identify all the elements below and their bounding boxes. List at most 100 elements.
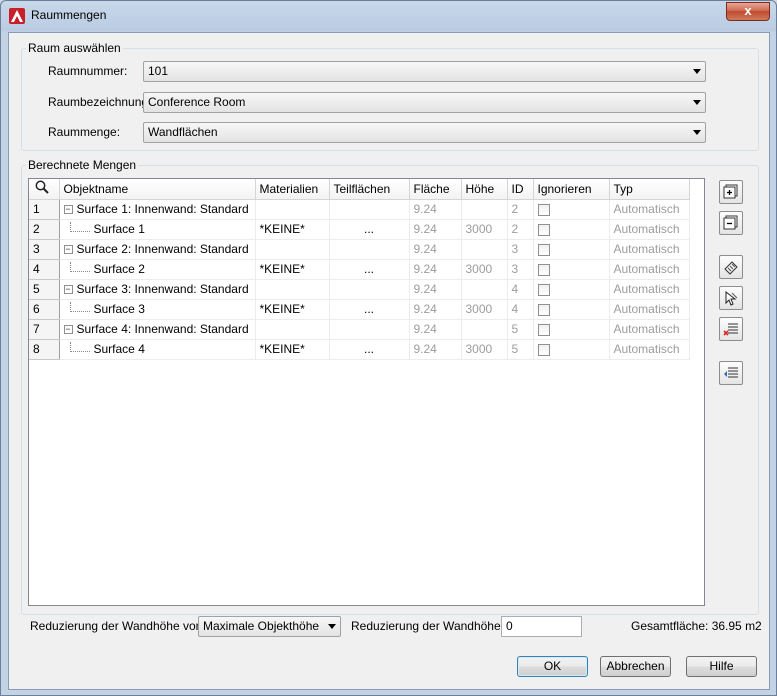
ignorieren-checkbox[interactable] xyxy=(537,303,550,316)
column-header-materialien[interactable]: Materialien xyxy=(255,179,330,200)
row-number-cell[interactable]: 8 xyxy=(29,339,60,360)
collapse-toggle-icon[interactable]: − xyxy=(63,245,73,255)
column-header-typ[interactable]: Typ xyxy=(609,179,690,200)
typ-cell[interactable]: Automatisch xyxy=(609,319,690,340)
row-number-cell[interactable]: 2 xyxy=(29,219,60,240)
column-header-hoehe[interactable]: Höhe xyxy=(461,179,508,200)
column-header-teilflaechen[interactable]: Teilflächen xyxy=(329,179,410,200)
wandhoehe-von-value: Maximale Objekthöhe xyxy=(203,619,320,633)
objektname-label: Surface 3 xyxy=(93,302,145,316)
raumbezeichnung-combo[interactable]: Conference Room xyxy=(143,92,706,113)
column-header-id[interactable]: ID xyxy=(507,179,534,200)
materialien-cell[interactable]: *KEINE* xyxy=(255,339,330,360)
collapse-all-button[interactable] xyxy=(719,211,743,235)
typ-cell[interactable]: Automatisch xyxy=(609,199,690,220)
typ-cell[interactable]: Automatisch xyxy=(609,279,690,300)
ignorieren-checkbox[interactable] xyxy=(537,263,550,276)
objektname-label: Surface 4: Innenwand: Standard xyxy=(76,322,249,336)
teilflaechen-cell[interactable]: ... xyxy=(329,339,410,360)
table-row[interactable]: 7− Surface 4: Innenwand: Standard 9.24 5 Aut… xyxy=(29,319,690,340)
close-button[interactable]: x xyxy=(726,2,770,21)
raumnummer-combo[interactable]: 101 xyxy=(143,61,706,82)
ignorieren-checkbox[interactable] xyxy=(537,223,550,236)
materialien-cell[interactable]: *KEINE* xyxy=(255,259,330,280)
wandhoehe-von-combo[interactable]: Maximale Objekthöhe xyxy=(198,616,341,637)
row-number-cell[interactable]: 7 xyxy=(29,319,60,340)
collapse-toggle-icon[interactable]: − xyxy=(63,285,73,295)
column-header-ignorieren[interactable]: Ignorieren xyxy=(533,179,610,200)
row-number-cell[interactable]: 3 xyxy=(29,239,60,260)
teilflaechen-cell[interactable] xyxy=(329,199,410,220)
ignorieren-checkbox[interactable] xyxy=(537,343,550,356)
teilflaechen-cell[interactable]: ... xyxy=(329,219,410,240)
help-button[interactable]: Hilfe xyxy=(686,656,757,677)
cancel-button[interactable]: Abbrechen xyxy=(600,656,671,677)
wandhoehe-input[interactable]: 0 xyxy=(501,616,582,637)
autocad-logo-icon xyxy=(9,8,25,24)
table-row[interactable]: 3− Surface 2: Innenwand: Standard 9.24 3 Aut… xyxy=(29,239,690,260)
teilflaechen-cell[interactable] xyxy=(329,279,410,300)
hoehe-cell: 3000 xyxy=(461,339,508,360)
collapse-toggle-icon[interactable]: − xyxy=(63,205,73,215)
raummenge-combo[interactable]: Wandflächen xyxy=(143,122,706,143)
pick-object-button[interactable] xyxy=(719,286,743,310)
ignorieren-checkbox[interactable] xyxy=(537,283,550,296)
table-row[interactable]: 2 Surface 1 *KEINE*... 9.24 3000 2 Automatisch xyxy=(29,219,690,240)
raumnummer-label: Raumnummer: xyxy=(48,64,128,78)
dialog-window: Raummengen x Raum auswählen Raumnummer: … xyxy=(0,0,777,696)
ignorieren-checkbox[interactable] xyxy=(537,243,550,256)
id-cell: 5 xyxy=(507,339,534,360)
table-row[interactable]: 1− Surface 1: Innenwand: Standard 9.24 2 Aut… xyxy=(29,199,690,220)
typ-cell[interactable]: Automatisch xyxy=(609,259,690,280)
materialien-cell[interactable] xyxy=(255,279,330,300)
materialien-cell[interactable] xyxy=(255,199,330,220)
flaeche-cell: 9.24 xyxy=(409,259,462,280)
objektname-cell[interactable]: Surface 4 xyxy=(59,339,256,360)
select-object-button[interactable] xyxy=(719,255,743,279)
typ-cell[interactable]: Automatisch xyxy=(609,299,690,320)
id-cell: 5 xyxy=(507,319,534,340)
teilflaechen-cell[interactable] xyxy=(329,239,410,260)
row-number-cell[interactable]: 4 xyxy=(29,259,60,280)
add-list-button[interactable] xyxy=(719,361,743,385)
materialien-cell[interactable]: *KEINE* xyxy=(255,219,330,240)
materialien-cell[interactable] xyxy=(255,319,330,340)
teilflaechen-cell[interactable] xyxy=(329,319,410,340)
table-row[interactable]: 6 Surface 3 *KEINE*... 9.24 3000 4 Automatisch xyxy=(29,299,690,320)
table-row[interactable]: 4 Surface 2 *KEINE*... 9.24 3000 3 Automatisch xyxy=(29,259,690,280)
row-number-cell[interactable]: 1 xyxy=(29,199,60,220)
materialien-cell[interactable] xyxy=(255,239,330,260)
teilflaechen-cell[interactable]: ... xyxy=(329,299,410,320)
remove-list-button[interactable] xyxy=(719,317,743,341)
objektname-cell[interactable]: Surface 2 xyxy=(59,259,256,280)
teilflaechen-cell[interactable]: ... xyxy=(329,259,410,280)
collapse-toggle-icon[interactable]: − xyxy=(63,325,73,335)
row-number-cell[interactable]: 6 xyxy=(29,299,60,320)
objektname-cell[interactable]: Surface 1 xyxy=(59,219,256,240)
typ-cell[interactable]: Automatisch xyxy=(609,239,690,260)
materialien-cell[interactable]: *KEINE* xyxy=(255,299,330,320)
ignorieren-cell xyxy=(533,319,610,340)
objektname-cell[interactable]: − Surface 2: Innenwand: Standard xyxy=(59,239,256,260)
column-header-flaeche[interactable]: Fläche xyxy=(409,179,462,200)
objektname-cell[interactable]: Surface 3 xyxy=(59,299,256,320)
ok-button[interactable]: OK xyxy=(517,656,588,677)
column-header-objektname[interactable]: Objektname xyxy=(59,179,256,200)
objektname-cell[interactable]: − Surface 3: Innenwand: Standard xyxy=(59,279,256,300)
window-title: Raummengen xyxy=(31,8,107,22)
hoehe-cell xyxy=(461,319,508,340)
table-row[interactable]: 8 Surface 4 *KEINE*... 9.24 3000 5 Automatisch xyxy=(29,339,690,360)
ignorieren-cell xyxy=(533,199,610,220)
typ-cell[interactable]: Automatisch xyxy=(609,219,690,240)
ignorieren-checkbox[interactable] xyxy=(537,203,550,216)
ignorieren-checkbox[interactable] xyxy=(537,323,550,336)
table-row[interactable]: 5− Surface 3: Innenwand: Standard 9.24 4 Aut… xyxy=(29,279,690,300)
objektname-cell[interactable]: − Surface 1: Innenwand: Standard xyxy=(59,199,256,220)
objektname-cell[interactable]: − Surface 4: Innenwand: Standard xyxy=(59,319,256,340)
search-column-header[interactable] xyxy=(29,179,60,200)
typ-cell[interactable]: Automatisch xyxy=(609,339,690,360)
tree-connector-line xyxy=(69,262,90,272)
row-number-cell[interactable]: 5 xyxy=(29,279,60,300)
expand-all-button[interactable] xyxy=(719,180,743,204)
hoehe-cell: 3000 xyxy=(461,299,508,320)
